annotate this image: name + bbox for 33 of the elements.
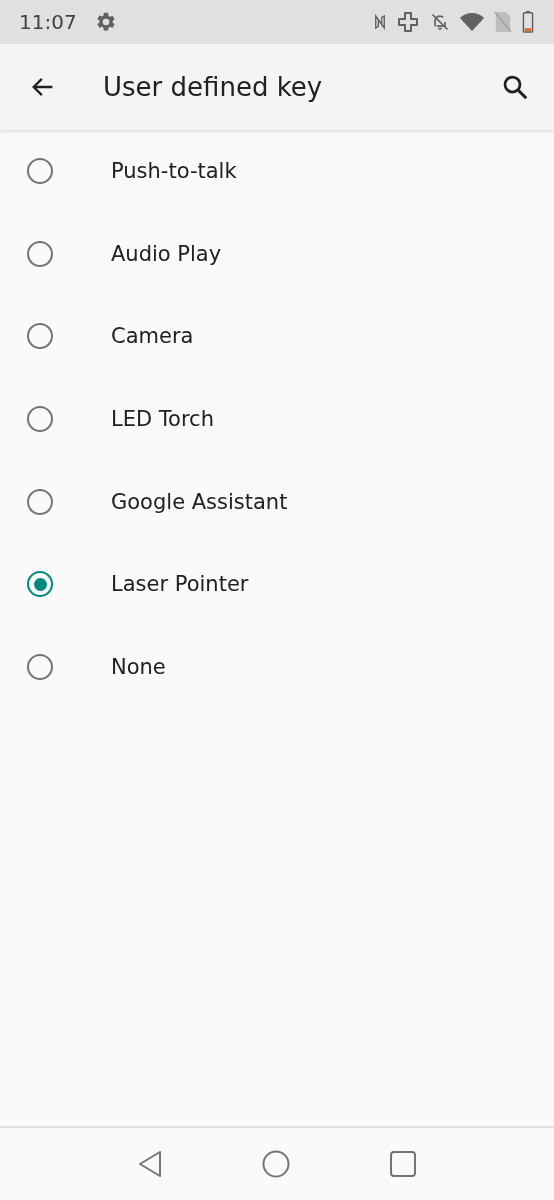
wifi-icon (460, 12, 484, 32)
option-item[interactable]: Push-to-talk (0, 130, 554, 213)
home-nav-icon[interactable] (262, 1150, 290, 1178)
option-label: Laser Pointer (111, 572, 249, 597)
radio-button[interactable] (27, 158, 53, 185)
back-nav-icon[interactable] (138, 1150, 162, 1178)
option-item[interactable]: Google Assistant (0, 460, 554, 543)
option-label: Audio Play (111, 241, 222, 266)
nfc-icon (374, 13, 386, 31)
radio-button[interactable] (27, 488, 53, 515)
option-label: Google Assistant (111, 489, 288, 514)
recents-nav-icon[interactable] (390, 1151, 416, 1177)
plus-cross-icon (396, 10, 420, 34)
radio-button[interactable] (27, 571, 53, 598)
option-label: Camera (111, 324, 194, 349)
muted-bell-icon (430, 12, 450, 32)
option-item[interactable]: Camera (0, 295, 554, 378)
option-label: LED Torch (111, 407, 214, 432)
option-item[interactable]: LED Torch (0, 377, 554, 461)
option-item[interactable]: Laser Pointer (0, 542, 554, 626)
radio-button[interactable] (27, 240, 53, 267)
radio-button[interactable] (27, 406, 53, 433)
settings-icon (94, 11, 117, 33)
radio-button[interactable] (27, 323, 53, 350)
option-item[interactable]: Audio Play (0, 212, 554, 296)
battery-icon (522, 11, 534, 33)
page-title: User defined key (103, 72, 323, 102)
option-label: Push-to-talk (111, 159, 237, 184)
status-time: 11:07 (19, 10, 77, 34)
no-sim-icon (494, 11, 512, 33)
option-label: None (111, 654, 166, 679)
radio-button[interactable] (27, 653, 53, 680)
option-item[interactable]: None (0, 625, 554, 709)
